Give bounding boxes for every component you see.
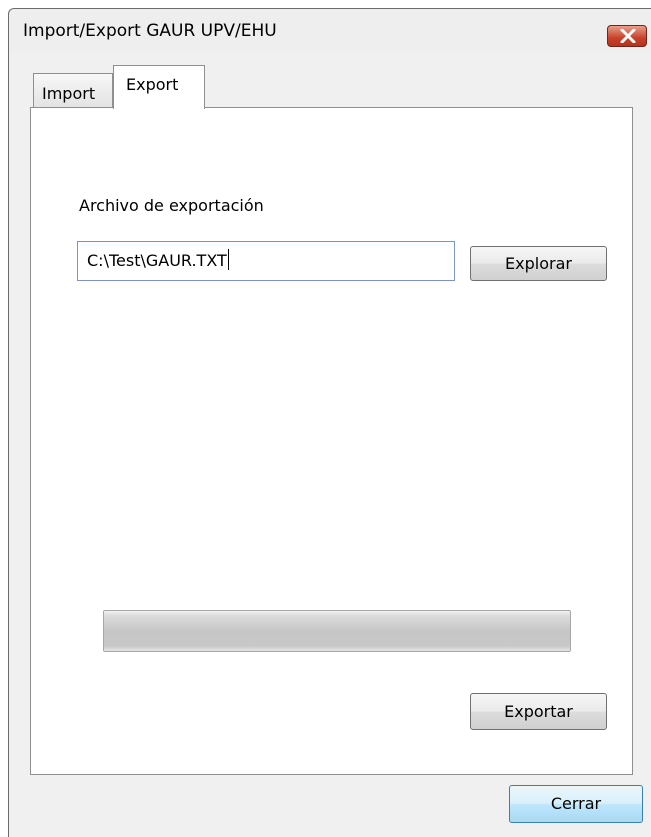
export-button[interactable]: Exportar: [470, 693, 607, 730]
tab-export-label: Export: [126, 75, 179, 94]
close-button[interactable]: Cerrar: [509, 785, 643, 823]
close-window-button[interactable]: [607, 25, 647, 47]
dialog-window: Import/Export GAUR UPV/EHU Import Export…: [8, 8, 651, 837]
browse-button[interactable]: Explorar: [470, 246, 607, 281]
export-file-input[interactable]: C:\Test\GAUR.TXT: [77, 241, 455, 281]
export-file-value: C:\Test\GAUR.TXT: [87, 251, 227, 270]
tab-import[interactable]: Import: [33, 73, 113, 107]
export-file-label: Archivo de exportación: [79, 196, 264, 215]
window-title: Import/Export GAUR UPV/EHU: [23, 21, 277, 41]
tab-export[interactable]: Export: [113, 65, 205, 109]
export-tab-panel: Archivo de exportación C:\Test\GAUR.TXT …: [30, 107, 633, 775]
title-bar[interactable]: Import/Export GAUR UPV/EHU: [9, 9, 651, 53]
close-icon: [620, 29, 636, 43]
tab-import-label: Import: [42, 84, 96, 103]
text-caret: [227, 249, 229, 270]
export-progress-bar: [103, 610, 571, 652]
